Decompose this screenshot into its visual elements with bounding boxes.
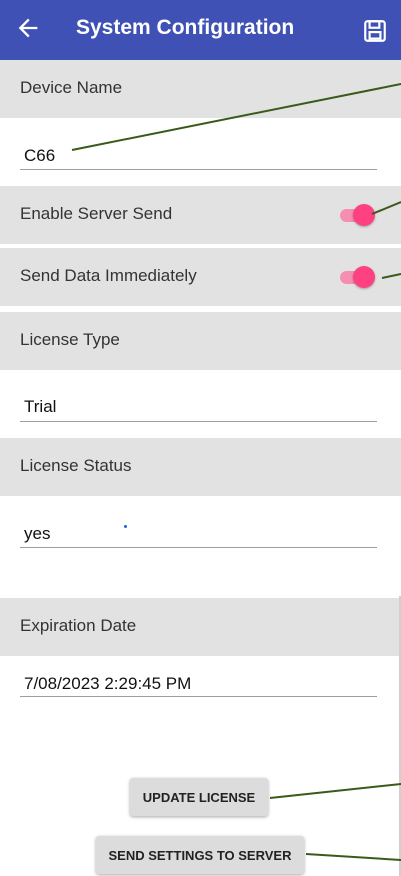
expiration-date-header: Expiration Date — [0, 598, 401, 656]
device-name-underline — [20, 169, 377, 170]
page-title: System Configuration — [76, 16, 295, 39]
switch-thumb — [353, 266, 375, 288]
spacer — [0, 568, 401, 598]
expiration-date-value[interactable]: 7/08/2023 2:29:45 PM — [24, 674, 191, 694]
expiration-date-field[interactable]: 7/08/2023 2:29:45 PM — [0, 656, 401, 716]
floppy-save-icon[interactable] — [362, 18, 388, 44]
license-type-header: License Type — [0, 312, 401, 370]
send-data-immediately-label: Send Data Immediately — [20, 266, 197, 285]
device-name-field[interactable]: C66 — [0, 118, 401, 186]
annotation-line — [269, 783, 401, 799]
device-name-label: Device Name — [20, 78, 123, 97]
license-type-underline — [20, 421, 377, 422]
send-settings-to-server-button[interactable]: SEND SETTINGS TO SERVER — [96, 836, 304, 874]
annotation-line — [305, 853, 401, 861]
license-status-underline — [20, 547, 377, 548]
license-status-header: License Status — [0, 438, 401, 496]
expiration-date-label: Expiration Date — [20, 616, 137, 635]
license-type-field[interactable]: Trial — [0, 370, 401, 438]
switch-thumb — [353, 204, 375, 226]
cursor-dot — [124, 525, 127, 528]
license-status-field[interactable]: yes — [0, 496, 401, 568]
update-license-button[interactable]: UPDATE LICENSE — [130, 778, 268, 816]
arrow-left-icon[interactable] — [14, 14, 42, 42]
device-name-value[interactable]: C66 — [24, 146, 55, 166]
license-type-value[interactable]: Trial — [24, 397, 56, 417]
license-status-label: License Status — [20, 456, 132, 475]
enable-server-send-row: Enable Server Send — [0, 186, 401, 244]
enable-server-send-label: Enable Server Send — [20, 204, 173, 223]
device-name-header: Device Name — [0, 60, 401, 118]
license-type-label: License Type — [20, 330, 120, 349]
app-bar: System Configuration — [0, 0, 401, 60]
send-data-immediately-switch[interactable] — [336, 266, 376, 288]
expiration-date-underline — [20, 696, 377, 697]
send-data-immediately-row: Send Data Immediately — [0, 248, 401, 306]
enable-server-send-switch[interactable] — [336, 204, 376, 226]
license-status-value[interactable]: yes — [24, 524, 50, 544]
